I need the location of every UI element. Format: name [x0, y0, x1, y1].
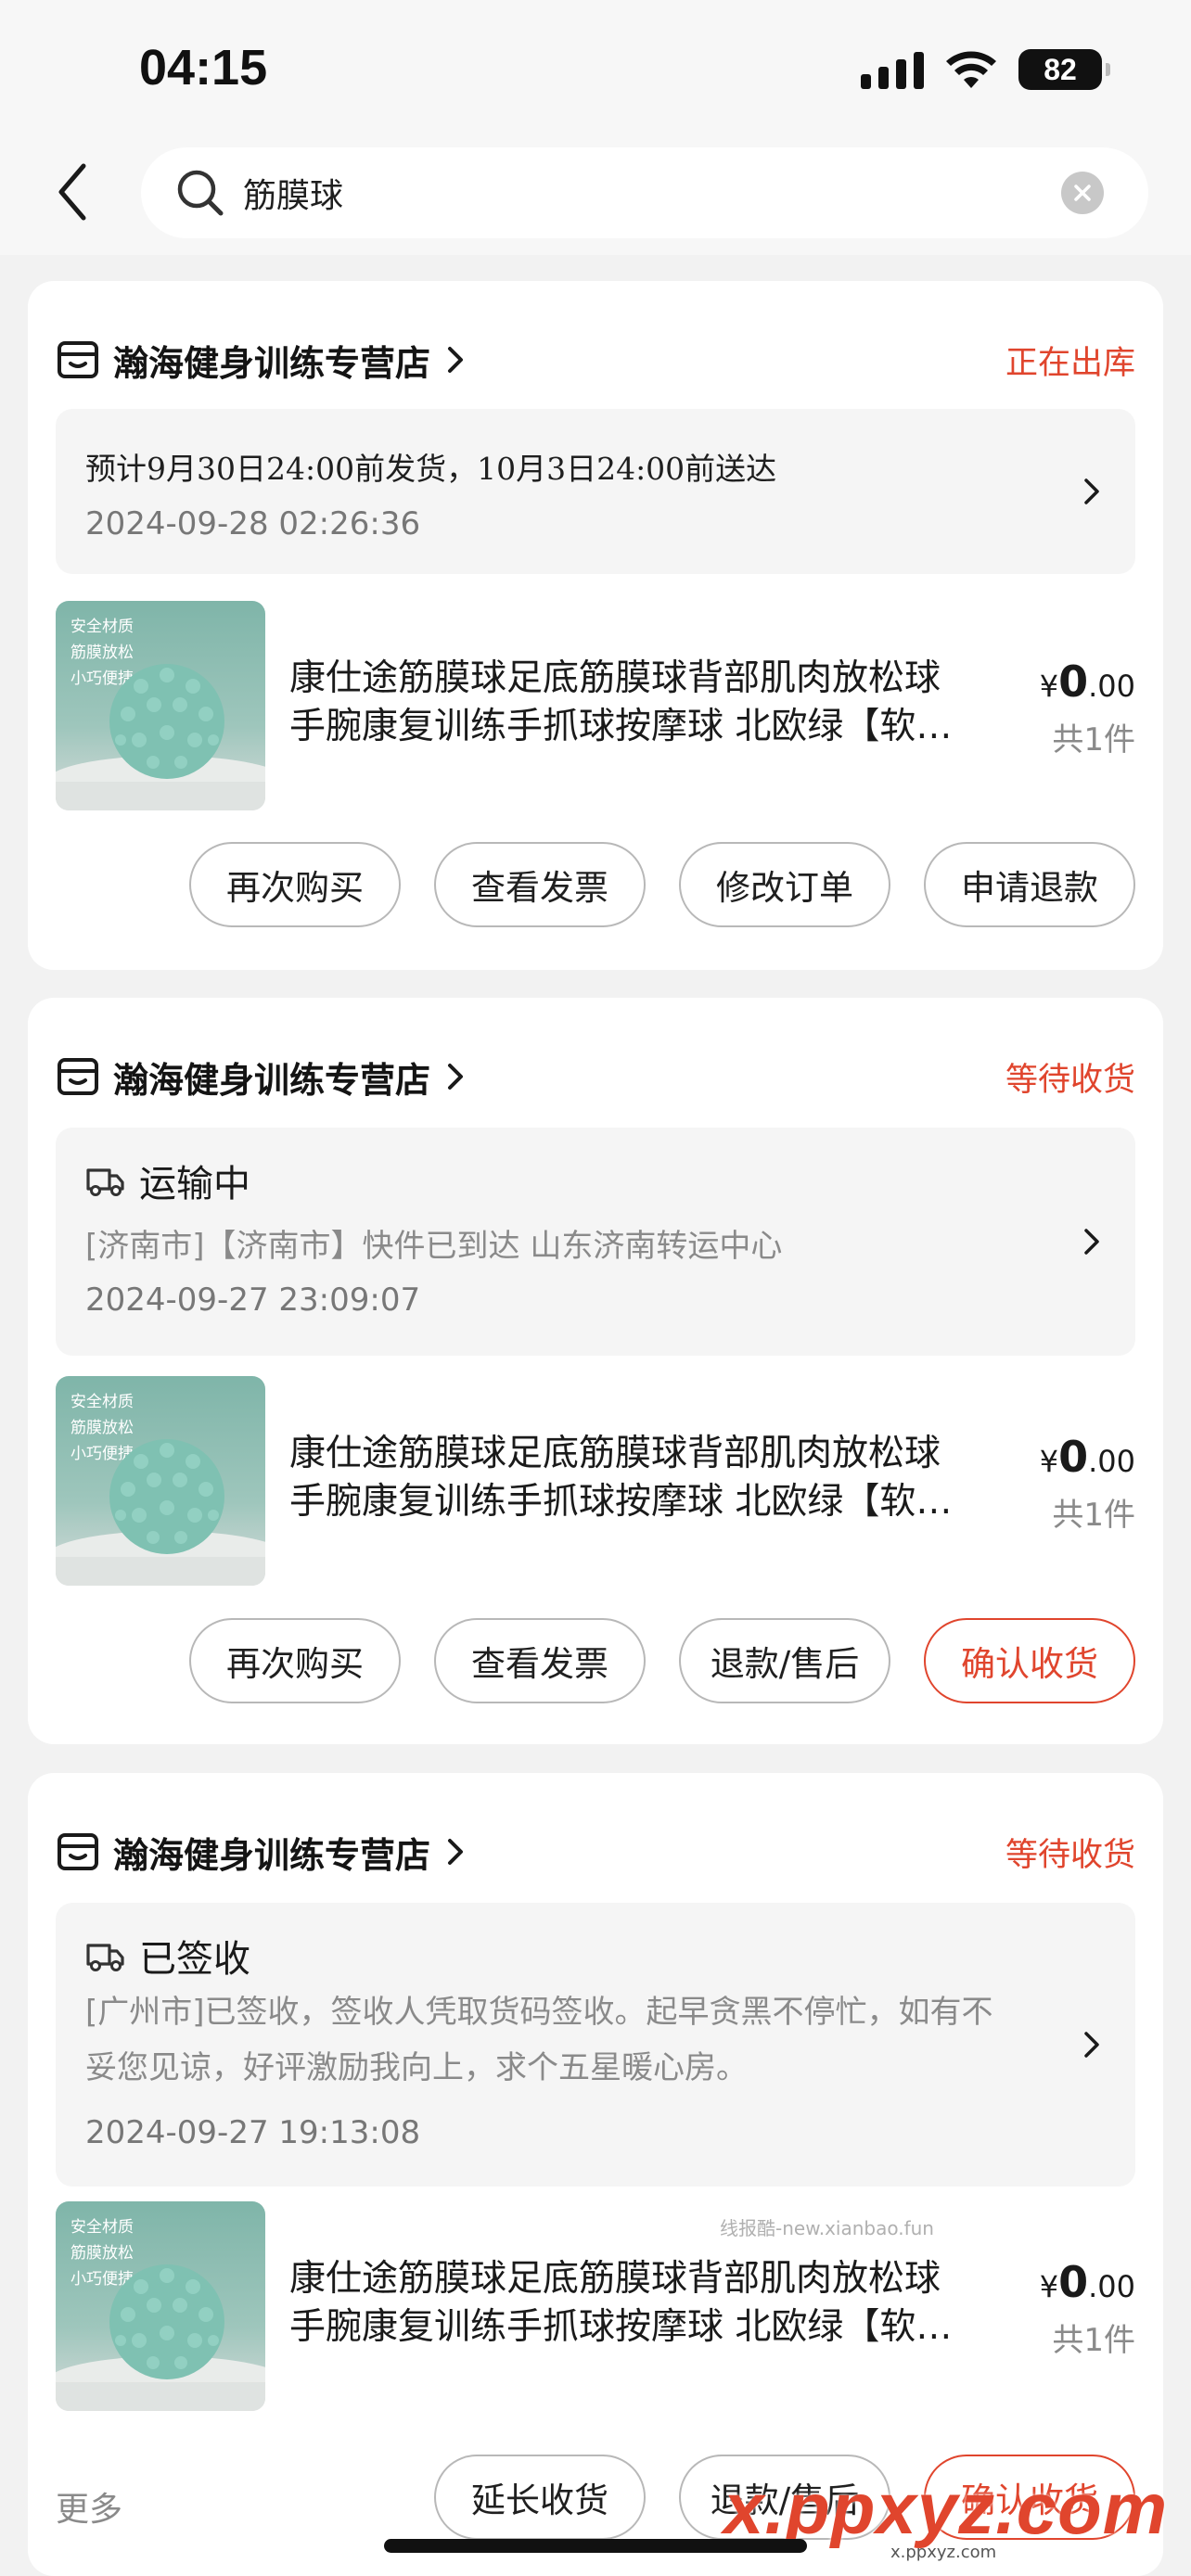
product-quantity: 共1件	[1052, 2322, 1135, 2359]
buy-again-button[interactable]: 再次购买	[189, 842, 401, 927]
product-image[interactable]: 安全材质 筋膜放松 小巧便捷	[56, 2201, 265, 2411]
search-header: 筋膜球	[0, 139, 1191, 255]
search-query[interactable]: 筋膜球	[243, 169, 1061, 217]
shop-header[interactable]: 瀚海健身训练专营店 等待收货	[56, 1821, 1135, 1882]
product-quantity: 共1件	[1052, 721, 1135, 759]
home-indicator[interactable]	[384, 2539, 807, 2553]
modify-order-button[interactable]: 修改订单	[679, 842, 890, 927]
shop-icon	[58, 341, 98, 378]
shop-header[interactable]: 瀚海健身训练专营店 等待收货	[56, 1046, 1135, 1107]
back-button[interactable]	[54, 159, 109, 224]
info-time: 2024-09-28 02:26:36	[85, 505, 421, 542]
search-input[interactable]: 筋膜球	[141, 147, 1148, 238]
shipping-info[interactable]: 预计9月30日24:00前发货，10月3日24:00前送达 2024-09-28…	[56, 409, 1135, 574]
order-card: 瀚海健身训练专营店 正在出库 预计9月30日24:00前发货，10月3日24:0…	[28, 281, 1163, 970]
shop-icon	[58, 1058, 98, 1095]
shop-header[interactable]: 瀚海健身训练专营店 正在出库	[56, 329, 1135, 390]
logistics-title: 运输中	[85, 1154, 250, 1207]
shop-name[interactable]: 瀚海健身训练专营店	[113, 1052, 430, 1103]
chevron-right-icon	[448, 347, 464, 373]
request-refund-button[interactable]: 申请退款	[924, 842, 1135, 927]
truck-icon	[86, 1168, 124, 1196]
order-status: 正在出库	[1005, 344, 1135, 382]
refund-aftersale-button[interactable]: 退款/售后	[679, 1618, 890, 1703]
more-link[interactable]: 更多	[56, 2482, 122, 2531]
logistics-status: 已签收	[139, 1938, 250, 1981]
chevron-right-icon	[1084, 2032, 1099, 2058]
chevron-right-icon	[1084, 478, 1099, 504]
chevron-right-icon	[448, 1064, 464, 1090]
order-status: 等待收货	[1005, 1061, 1135, 1099]
logistics-info[interactable]: 运输中 [济南市]【济南市】快件已到达 山东济南转运中心 2024-09-27 …	[56, 1128, 1135, 1356]
chevron-left-icon	[58, 163, 86, 221]
watermark-subtext: x.ppxyz.com	[890, 2543, 997, 2562]
logistics-title: 已签收	[85, 1929, 250, 1983]
truck-icon	[86, 1944, 124, 1971]
order-card: 瀚海健身训练专营店 等待收货 运输中 [济南市]【济南市】快件已到达 山东济南转…	[28, 998, 1163, 1744]
info-time: 2024-09-27 23:09:07	[85, 1282, 421, 1319]
status-time: 04:15	[139, 40, 268, 96]
logistics-info[interactable]: 已签收 [广州市]已签收，签收人凭取货码签收。起早贪黑不停忙，如有不 妥您见谅，…	[56, 1903, 1135, 2187]
cellular-signal-icon	[861, 50, 924, 89]
action-buttons: 再次购买 查看发票 退款/售后 确认收货	[189, 1618, 1135, 1703]
shipping-plan: 预计9月30日24:00前发货，10月3日24:00前送达	[85, 451, 777, 487]
product-title[interactable]: 康仕途筋膜球足底筋膜球背部肌肉放松球 手腕康复训练手抓球按摩球 北欧绿【软…	[289, 655, 1031, 751]
status-bar: 04:15 82	[0, 0, 1191, 139]
view-invoice-button[interactable]: 查看发票	[434, 1618, 646, 1703]
product-title[interactable]: 康仕途筋膜球足底筋膜球背部肌肉放松球 手腕康复训练手抓球按摩球 北欧绿【软…	[289, 1430, 1031, 1526]
chevron-right-icon	[448, 1839, 464, 1865]
wifi-icon	[946, 51, 996, 88]
view-invoice-button[interactable]: 查看发票	[434, 842, 646, 927]
info-time: 2024-09-27 19:13:08	[85, 2114, 421, 2151]
product-image[interactable]: 安全材质 筋膜放松 小巧便捷	[56, 1376, 265, 1586]
product-price: ¥0.00	[1039, 2257, 1135, 2307]
logistics-detail: [济南市]【济南市】快件已到达 山东济南转运中心	[85, 1228, 783, 1265]
extend-receipt-button[interactable]: 延长收货	[434, 2455, 646, 2540]
order-card: 瀚海健身训练专营店 等待收货 已签收 [广州市]已签收，签收人凭取货码签收。起早…	[28, 1773, 1163, 2576]
product-row[interactable]: 安全材质 筋膜放松 小巧便捷 康仕途筋膜球足底筋膜球背部肌肉放松球 手腕康复训练…	[56, 1376, 1135, 1586]
logistics-status: 运输中	[139, 1163, 250, 1205]
action-buttons: 再次购买 查看发票 修改订单 申请退款	[189, 842, 1135, 927]
order-status: 等待收货	[1005, 1836, 1135, 1874]
shop-name[interactable]: 瀚海健身训练专营店	[113, 1827, 430, 1878]
massage-ball-illustration	[56, 2264, 265, 2411]
battery-icon: 82	[1018, 49, 1110, 90]
chevron-right-icon	[1084, 1229, 1099, 1255]
confirm-receipt-button[interactable]: 确认收货	[924, 1618, 1135, 1703]
product-price: ¥0.00	[1039, 657, 1135, 707]
product-row[interactable]: 安全材质 筋膜放松 小巧便捷 康仕途筋膜球足底筋膜球背部肌肉放松球 手腕康复训练…	[56, 2201, 1135, 2411]
shop-icon	[58, 1833, 98, 1870]
product-quantity: 共1件	[1052, 1497, 1135, 1534]
search-icon	[177, 170, 224, 216]
status-icons: 82	[861, 46, 1110, 93]
product-title[interactable]: 康仕途筋膜球足底筋膜球背部肌肉放松球 手腕康复训练手抓球按摩球 北欧绿【软…	[289, 2255, 1031, 2352]
product-image[interactable]: 安全材质 筋膜放松 小巧便捷	[56, 601, 265, 810]
clear-search-icon[interactable]	[1061, 172, 1104, 214]
massage-ball-illustration	[56, 664, 265, 810]
logistics-detail: [广州市]已签收，签收人凭取货码签收。起早贪黑不停忙，如有不 妥您见谅，好评激励…	[85, 1994, 993, 2086]
product-row[interactable]: 安全材质 筋膜放松 小巧便捷 康仕途筋膜球足底筋膜球背部肌肉放松球 手腕康复训练…	[56, 601, 1135, 810]
shop-name[interactable]: 瀚海健身训练专营店	[113, 335, 430, 386]
buy-again-button[interactable]: 再次购买	[189, 1618, 401, 1703]
watermark-text: 线报酷-new.xianbao.fun	[720, 2217, 934, 2239]
massage-ball-illustration	[56, 1439, 265, 1586]
product-price: ¥0.00	[1039, 1432, 1135, 1482]
